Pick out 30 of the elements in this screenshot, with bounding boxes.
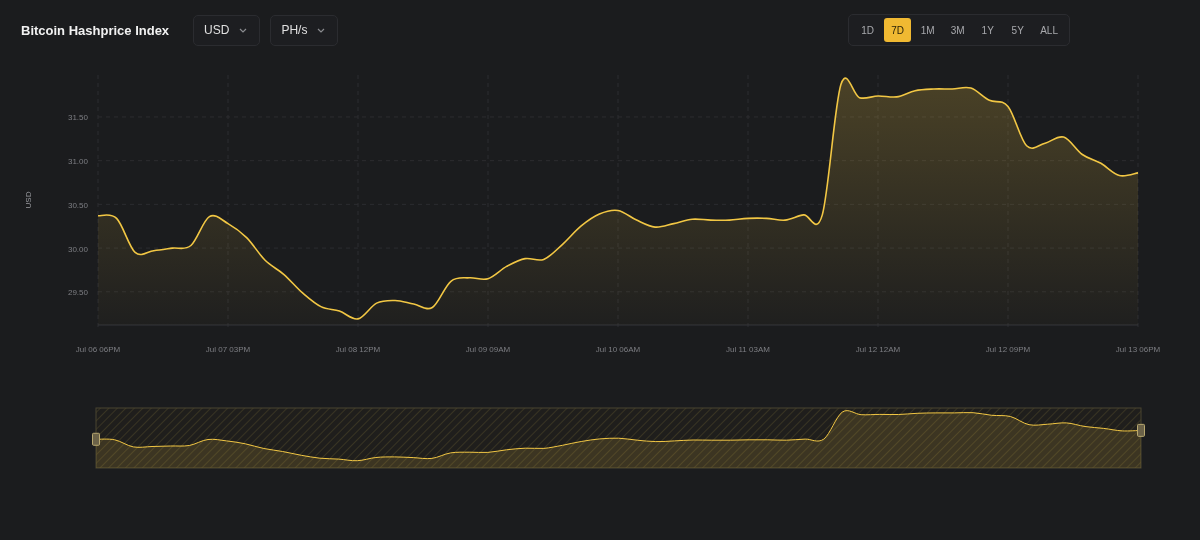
- chart-title: Bitcoin Hashprice Index: [21, 22, 170, 38]
- y-axis-label: USD: [24, 191, 33, 209]
- y-tick-label: 30.50: [67, 200, 88, 210]
- range-tab[interactable]: 7D: [884, 18, 912, 42]
- x-tick-label: Jul 08 12PM: [335, 345, 381, 354]
- y-tick-label: 31.00: [67, 157, 88, 167]
- y-tick-label: 30.00: [67, 244, 88, 254]
- x-tick-label: Jul 11 03AM: [726, 345, 770, 354]
- navigator-track[interactable]: [95, 407, 1142, 469]
- y-tick-label: 31.50: [67, 113, 88, 123]
- x-tick-label: Jul 13 06PM: [1115, 345, 1161, 354]
- range-tab[interactable]: ALL: [1034, 18, 1064, 42]
- x-tick-label: Jul 07 03PM: [205, 345, 251, 354]
- x-tick-label: Jul 10 06AM: [595, 345, 641, 354]
- chevron-icon: [239, 27, 248, 33]
- x-tick-label: Jul 06 06PM: [75, 345, 121, 354]
- y-tick-label: 29.50: [67, 288, 88, 298]
- range-tab[interactable]: 1M: [914, 18, 942, 42]
- x-tick-label: Jul 09 09AM: [465, 345, 511, 354]
- range-tab[interactable]: 3M: [944, 18, 972, 42]
- dropdown[interactable]: USD: [193, 14, 261, 46]
- range-tab[interactable]: 1D: [854, 18, 882, 42]
- dropdown[interactable]: PH/s: [270, 14, 339, 46]
- chevron-icon: [317, 27, 326, 33]
- x-tick-label: Jul 12 12AM: [855, 345, 901, 354]
- range-tab[interactable]: 5Y: [1004, 18, 1032, 42]
- navigator-handle[interactable]: [92, 432, 100, 446]
- navigator-handle[interactable]: [1137, 423, 1145, 437]
- x-tick-label: Jul 12 09PM: [985, 345, 1031, 354]
- range-tab[interactable]: 1Y: [974, 18, 1002, 42]
